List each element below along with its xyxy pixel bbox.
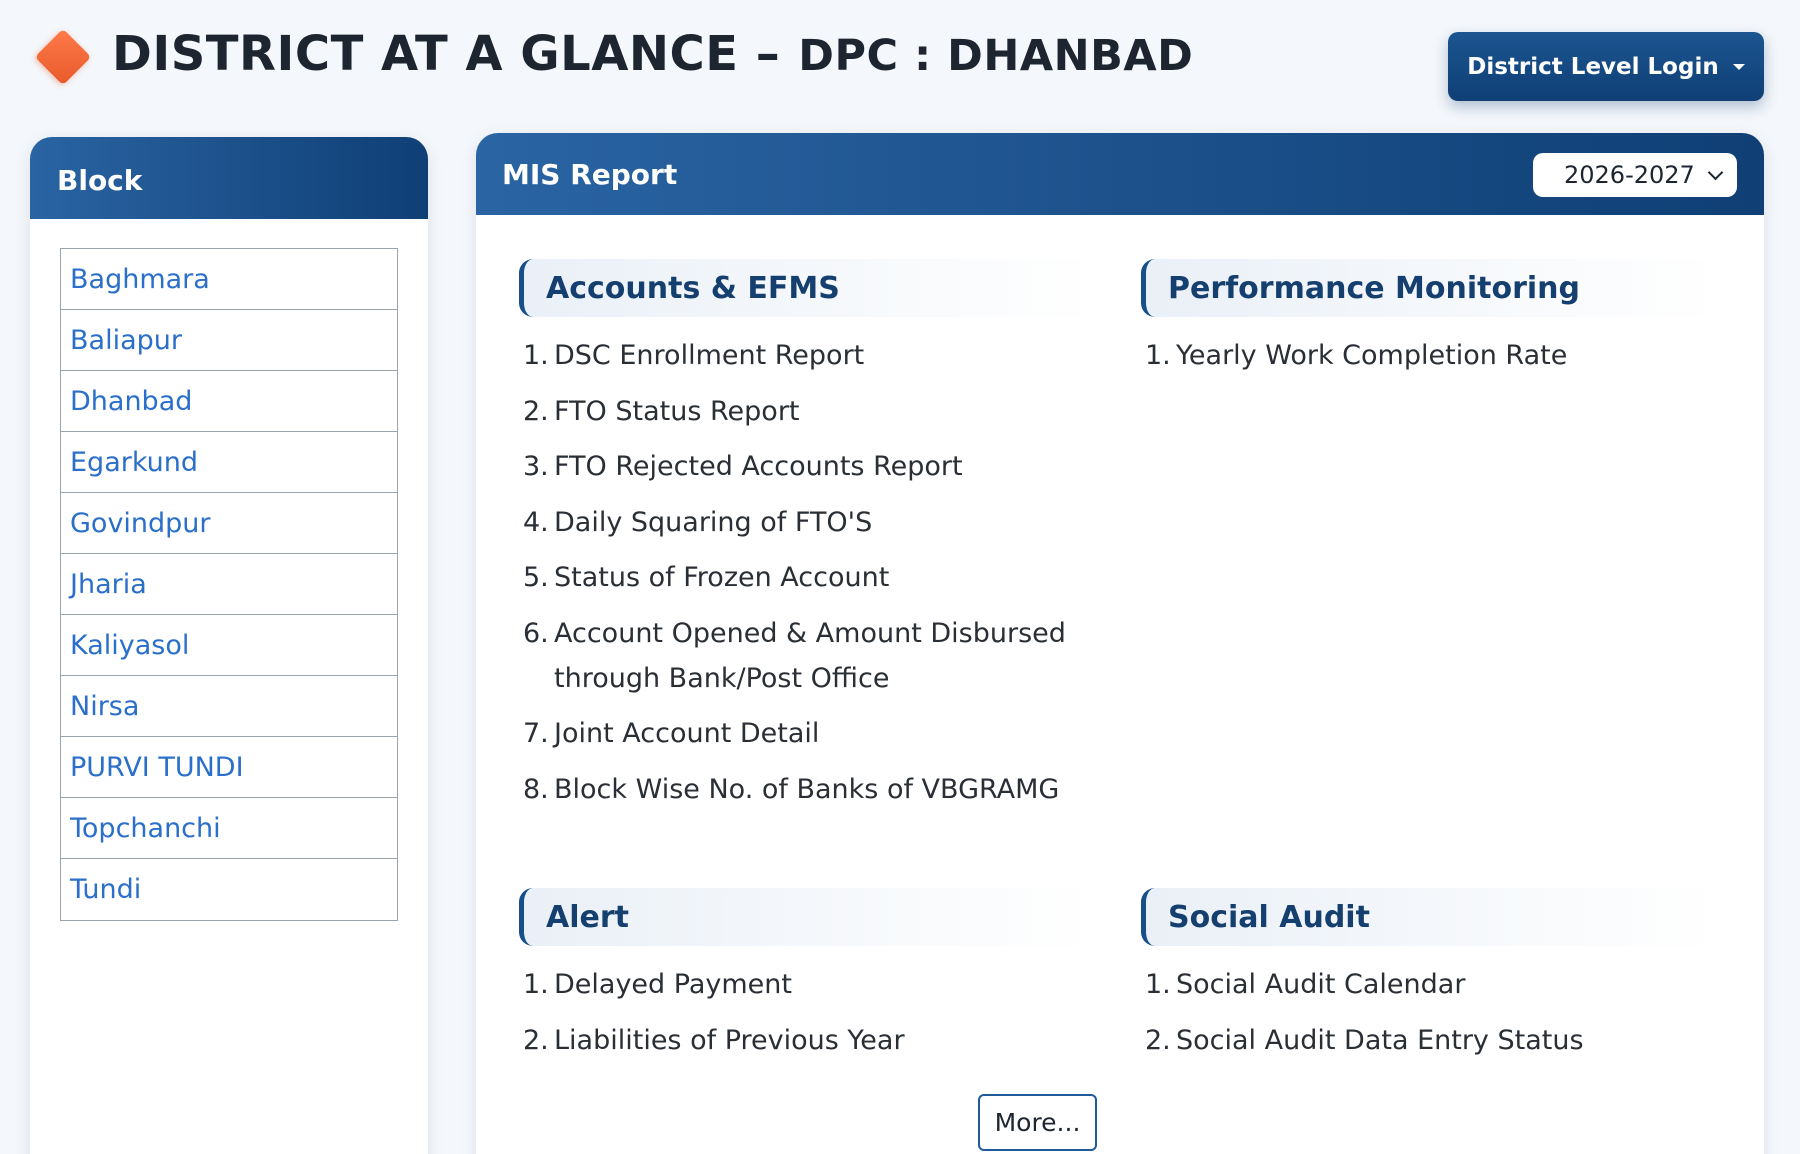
item-number: 2. [523,1024,549,1056]
report-link[interactable]: 1. Yearly Work Completion Rate [1141,333,1718,378]
report-link[interactable]: 6. Account Opened & Amount Disbursed thro… [519,611,1096,701]
block-item-baghmara[interactable]: Baghmara [61,249,397,310]
section-accounts-efms: Accounts & EFMS 1. DSC Enrollment Report … [519,259,1096,822]
mis-report-header: MIS Report 2026-2027 [476,133,1764,215]
block-item-kaliyasol[interactable]: Kaliyasol [61,615,397,676]
section-heading: Social Audit [1141,888,1718,946]
report-link[interactable]: 1. Delayed Payment [519,962,1096,1007]
section-heading: Performance Monitoring [1141,259,1718,317]
report-label: Social Audit Data Entry Status [1176,1024,1584,1056]
item-number: 8. [523,773,549,805]
item-number: 2. [1145,1024,1171,1056]
report-label: Delayed Payment [554,969,792,1000]
report-list: 1. Yearly Work Completion Rate [1141,333,1718,378]
page-title-district: DPC : DHANBAD [798,31,1194,81]
page-title-main: DISTRICT AT A GLANCE – [112,26,781,82]
item-number: 5. [523,562,549,593]
report-label: Liabilities of Previous Year [554,1024,905,1056]
block-item-baliapur[interactable]: Baliapur [61,310,397,371]
section-social-audit: Social Audit 1. Social Audit Calendar 2. S… [1141,888,1718,1073]
report-label: Account Opened & Amount Disbursed throug… [554,617,1066,694]
report-link[interactable]: 1. DSC Enrollment Report [519,333,1096,378]
item-number: 7. [523,718,549,749]
report-link[interactable]: 3. FTO Rejected Accounts Report [519,444,1096,489]
item-number: 4. [523,506,549,538]
report-label: DSC Enrollment Report [554,340,865,371]
block-panel: Block Baghmara Baliapur Dhanbad Egarkund… [30,137,428,1154]
item-number: 1. [523,969,549,1000]
mis-report-panel: MIS Report 2026-2027 Accounts & EFMS 1. D… [476,133,1764,1154]
item-number: 1. [1145,340,1171,371]
report-link[interactable]: 8. Block Wise No. of Banks of VBGRAMG [519,767,1096,812]
report-link[interactable]: 1. Social Audit Calendar [1141,962,1718,1007]
report-label: Status of Frozen Account [554,562,890,593]
caret-down-icon [1732,63,1745,70]
report-label: Block Wise No. of Banks of VBGRAMG [554,773,1060,805]
block-item-purvi-tundi[interactable]: PURVI TUNDI [61,737,397,798]
report-link[interactable]: 2. FTO Status Report [519,389,1096,434]
more-button[interactable]: More... [978,1094,1097,1151]
district-login-dropdown-button[interactable]: District Level Login [1448,32,1764,101]
item-number: 3. [523,451,549,482]
block-item-jharia[interactable]: Jharia [61,554,397,615]
item-number: 1. [523,340,549,371]
section-performance-monitoring: Performance Monitoring 1. Yearly Work Com… [1141,259,1718,389]
section-heading: Alert [519,888,1096,946]
block-panel-title: Block [57,163,143,197]
item-number: 2. [523,395,549,427]
report-label: FTO Rejected Accounts Report [554,451,963,482]
report-link[interactable]: 2. Social Audit Data Entry Status [1141,1018,1718,1063]
item-number: 6. [523,617,549,649]
report-list: 1. DSC Enrollment Report 2. FTO Status Rep… [519,333,1096,812]
chevron-down-icon [1707,164,1724,181]
block-item-tundi[interactable]: Tundi [61,859,397,920]
block-item-topchanchi[interactable]: Topchanchi [61,798,397,859]
page-title: DISTRICT AT A GLANCE – DPC : DHANBAD [112,26,1193,96]
block-panel-header: Block [30,137,428,219]
block-item-egarkund[interactable]: Egarkund [61,432,397,493]
report-label: FTO Status Report [554,395,800,427]
report-list: 1. Delayed Payment 2. Liabilities of Previ… [519,962,1096,1063]
report-link[interactable]: 7. Joint Account Detail [519,711,1096,756]
mis-report-title: MIS Report [502,157,678,191]
district-login-label: District Level Login [1467,53,1719,80]
report-link[interactable]: 2. Liabilities of Previous Year [519,1018,1096,1063]
report-link[interactable]: 5. Status of Frozen Account [519,555,1096,600]
block-item-nirsa[interactable]: Nirsa [61,676,397,737]
report-label: Yearly Work Completion Rate [1176,340,1568,371]
report-label: Social Audit Calendar [1176,969,1466,1000]
district-page: DISTRICT AT A GLANCE – DPC : DHANBAD Dis… [0,0,1800,1154]
block-item-govindpur[interactable]: Govindpur [61,493,397,554]
item-number: 1. [1145,969,1171,1000]
section-alert: Alert 1. Delayed Payment 2. Liabilities of… [519,888,1096,1073]
financial-year-select[interactable]: 2026-2027 [1533,153,1737,197]
report-list: 1. Social Audit Calendar 2. Social Audit D… [1141,962,1718,1063]
financial-year-value: 2026-2027 [1564,161,1695,189]
report-label: Daily Squaring of FTO'S [554,506,873,538]
block-item-dhanbad[interactable]: Dhanbad [61,371,397,432]
block-list: Baghmara Baliapur Dhanbad Egarkund Govin… [60,248,398,921]
report-label: Joint Account Detail [554,718,820,749]
section-heading: Accounts & EFMS [519,259,1096,317]
report-link[interactable]: 4. Daily Squaring of FTO'S [519,500,1096,545]
diamond-logo-icon [34,28,92,86]
